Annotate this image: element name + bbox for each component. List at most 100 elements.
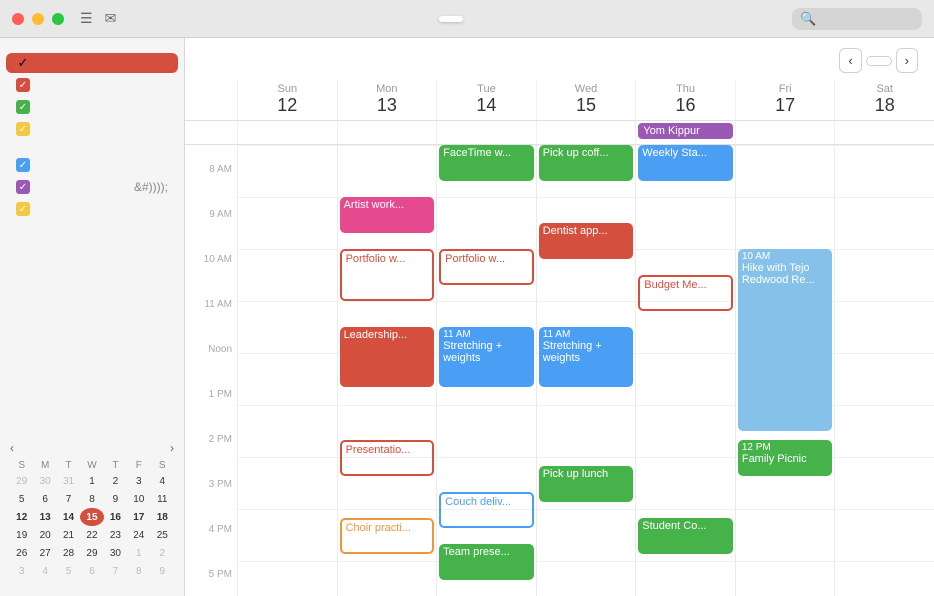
tab-year[interactable] [491, 16, 515, 22]
mini-cal-day[interactable]: 8 [80, 490, 103, 508]
mini-cal-day[interactable]: 6 [80, 562, 103, 580]
sidebar-item-us-holidays[interactable]: ✓ &#)))); [6, 177, 178, 197]
day-col-mon[interactable]: Artist work... Portfolio w... Leadership..… [337, 145, 437, 596]
maximize-icon[interactable] [52, 13, 64, 25]
mini-cal-day[interactable]: 8 [127, 562, 150, 580]
calendar-event[interactable]: Budget Me... [638, 275, 733, 311]
allday-cell-sun[interactable] [237, 121, 337, 144]
day-header-wed[interactable]: Wed 15 [536, 79, 636, 120]
allday-cell-tue[interactable] [436, 121, 536, 144]
mini-cal-day[interactable]: 16 [104, 508, 127, 526]
mini-cal-day[interactable]: 3 [127, 472, 150, 490]
calendar-event[interactable]: Pick up lunch [539, 466, 634, 502]
mini-cal-day[interactable]: 27 [33, 544, 56, 562]
tab-week[interactable] [439, 16, 463, 22]
mini-cal-day[interactable]: 3 [10, 562, 33, 580]
sidebar-item-work[interactable]: ✓ [6, 75, 178, 95]
allday-cell-sat[interactable] [834, 121, 934, 144]
minimize-icon[interactable] [32, 13, 44, 25]
mini-cal-day[interactable]: 31 [57, 472, 80, 490]
mini-cal-day[interactable]: 1 [80, 472, 103, 490]
mini-cal-day[interactable]: 29 [80, 544, 103, 562]
close-icon[interactable] [12, 13, 24, 25]
calendar-event[interactable]: Couch deliv... [439, 492, 534, 528]
mini-cal-day[interactable]: 13 [33, 508, 56, 526]
mini-cal-day[interactable]: 5 [10, 490, 33, 508]
sidebar-item-school[interactable]: ✓ [6, 119, 178, 139]
mini-cal-day[interactable]: 22 [80, 526, 103, 544]
day-col-sun[interactable] [237, 145, 337, 596]
day-col-fri[interactable]: 10 AMHike with Tejo Redwood Re... 12 PMFa… [735, 145, 835, 596]
mini-cal-next[interactable]: › [170, 441, 174, 455]
mini-cal-day[interactable]: 4 [151, 472, 174, 490]
mini-cal-day[interactable]: 29 [10, 472, 33, 490]
sidebar-item-family[interactable]: ✓ [6, 97, 178, 117]
day-header-tue[interactable]: Tue 14 [436, 79, 536, 120]
day-header-mon[interactable]: Mon 13 [337, 79, 437, 120]
calendar-event[interactable]: FaceTime w... [439, 145, 534, 181]
tab-day[interactable] [413, 16, 437, 22]
allday-cell-fri[interactable] [735, 121, 835, 144]
day-header-thu[interactable]: Thu 16 [635, 79, 735, 120]
mini-cal-day[interactable]: 9 [151, 562, 174, 580]
mini-cal-day[interactable]: 21 [57, 526, 80, 544]
today-button[interactable] [866, 56, 892, 66]
calendar-event[interactable]: Choir practi... [340, 518, 435, 554]
mini-cal-day[interactable]: 30 [33, 472, 56, 490]
mini-cal-day[interactable]: 11 [151, 490, 174, 508]
mini-cal-day[interactable]: 7 [104, 562, 127, 580]
calendar-event[interactable]: 12 PMFamily Picnic [738, 440, 833, 476]
next-week-button[interactable]: › [896, 48, 918, 73]
calendar-event[interactable]: Artist work... [340, 197, 435, 233]
calendar-event[interactable]: Dentist app... [539, 223, 634, 259]
allday-event-yom-kippur[interactable]: Yom Kippur [638, 123, 733, 139]
mini-cal-day[interactable]: 18 [151, 508, 174, 526]
sidebar-toggle-icon[interactable]: ☰ ✉ [80, 10, 116, 27]
mini-cal-day[interactable]: 7 [57, 490, 80, 508]
calendar-event[interactable]: 11 AMStretching + weights [539, 327, 634, 387]
mini-cal-day[interactable]: 17 [127, 508, 150, 526]
mini-cal-day[interactable]: 10 [127, 490, 150, 508]
mini-cal-day[interactable]: 2 [104, 472, 127, 490]
mini-cal-prev[interactable]: ‹ [10, 441, 14, 455]
calendar-event[interactable]: 11 AMStretching + weights [439, 327, 534, 387]
day-col-wed[interactable]: Pick up coff... Dentist app... 11 AMStretc… [536, 145, 636, 596]
calendar-event[interactable]: Portfolio w... [340, 249, 435, 301]
mini-cal-day[interactable]: 25 [151, 526, 174, 544]
calendar-event[interactable]: Pick up coff... [539, 145, 634, 181]
mini-cal-day[interactable]: 20 [33, 526, 56, 544]
mini-cal-day[interactable]: 6 [33, 490, 56, 508]
mini-cal-day[interactable]: 23 [104, 526, 127, 544]
calendar-event[interactable]: Team prese... [439, 544, 534, 580]
sidebar-item-birthdays[interactable]: ✓ [6, 155, 178, 175]
calendar-event[interactable]: Student Co... [638, 518, 733, 554]
calendar-event[interactable]: Leadership... [340, 327, 435, 387]
allday-cell-thu[interactable]: Yom Kippur [635, 121, 735, 144]
mini-cal-day[interactable]: 14 [57, 508, 80, 526]
search-box[interactable]: 🔍 [792, 8, 922, 30]
prev-week-button[interactable]: ‹ [839, 48, 861, 73]
day-header-fri[interactable]: Fri 17 [735, 79, 835, 120]
day-header-sat[interactable]: Sat 18 [834, 79, 934, 120]
calendar-event[interactable]: Weekly Sta... [638, 145, 733, 181]
mini-cal-day[interactable]: 26 [10, 544, 33, 562]
sidebar-item-siri[interactable]: ✓ [6, 199, 178, 219]
mini-cal-day[interactable]: 4 [33, 562, 56, 580]
day-col-tue[interactable]: FaceTime w... Portfolio w... 11 AMStretchi… [436, 145, 536, 596]
day-col-sat[interactable] [834, 145, 934, 596]
calendar-event[interactable]: 10 AMHike with Tejo Redwood Re... [738, 249, 833, 431]
mini-cal-day[interactable]: 30 [104, 544, 127, 562]
calendar-event[interactable]: Portfolio w... [439, 249, 534, 285]
tab-month[interactable] [465, 16, 489, 22]
mini-cal-day[interactable]: 24 [127, 526, 150, 544]
day-header-sun[interactable]: Sun 12 [237, 79, 337, 120]
calendar-event[interactable]: Presentatio... [340, 440, 435, 476]
sidebar-item-personal[interactable]: ✓ [6, 53, 178, 73]
allday-cell-wed[interactable] [536, 121, 636, 144]
mini-cal-day[interactable]: 1 [127, 544, 150, 562]
mini-cal-day[interactable]: 15 [80, 508, 103, 526]
mini-cal-day[interactable]: 12 [10, 508, 33, 526]
mini-cal-day[interactable]: 19 [10, 526, 33, 544]
mini-cal-day[interactable]: 9 [104, 490, 127, 508]
mini-cal-day[interactable]: 5 [57, 562, 80, 580]
